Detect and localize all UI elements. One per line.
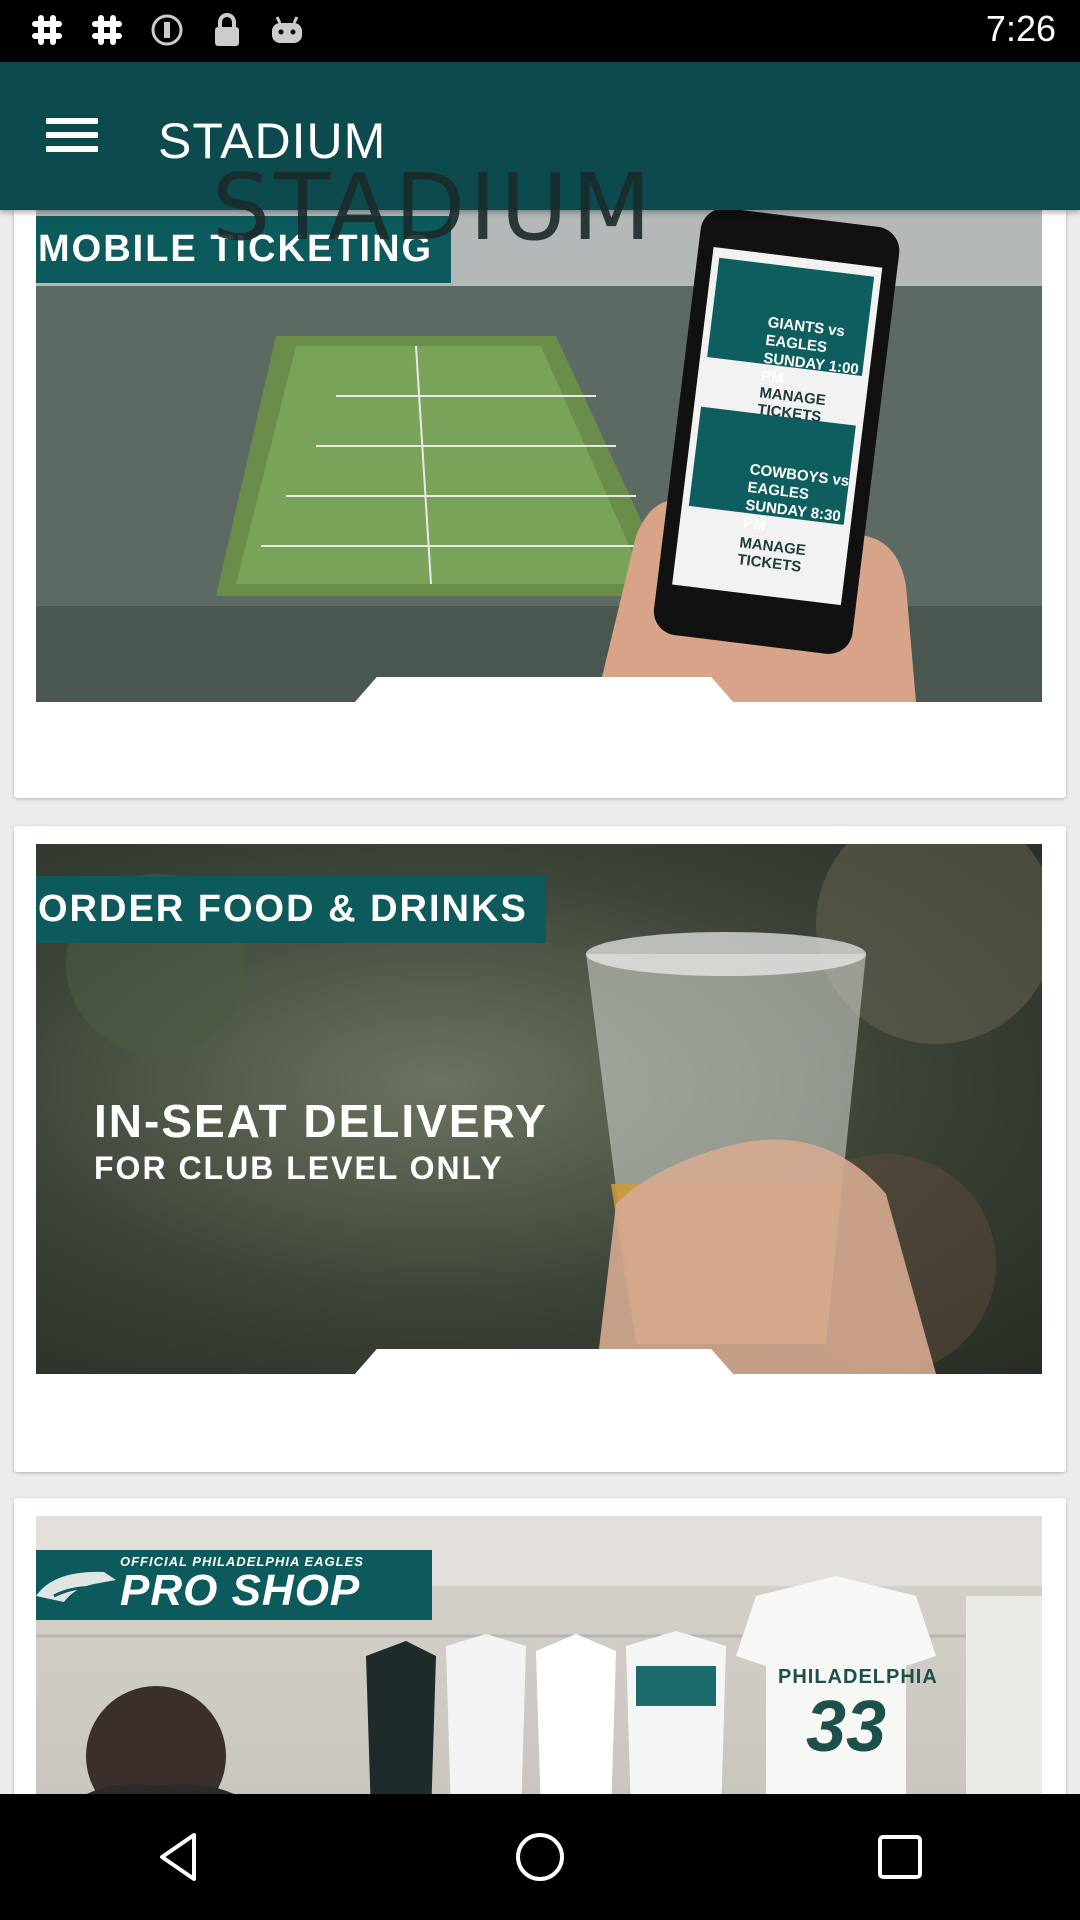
content-list[interactable]: MOBILE TICKETING GIANTS vs EAGLES SUNDAY… bbox=[0, 210, 1080, 1794]
navigation-bar bbox=[0, 1794, 1080, 1920]
delivery-subline: FOR CLUB LEVEL ONLY bbox=[94, 1150, 504, 1186]
shirt-number: 33 bbox=[806, 1687, 887, 1767]
circle-info-icon bbox=[148, 10, 186, 50]
hamburger-menu-icon[interactable] bbox=[46, 112, 98, 158]
slack-icon bbox=[28, 10, 66, 50]
back-icon[interactable] bbox=[140, 1817, 220, 1897]
pro-shop-badge: OFFICIAL PHILADELPHIA EAGLES PRO SHOP bbox=[36, 1550, 432, 1620]
home-icon[interactable] bbox=[500, 1817, 580, 1897]
order-food-badge: ORDER FOOD & DRINKS bbox=[36, 876, 546, 943]
recents-icon[interactable] bbox=[860, 1817, 940, 1897]
card-order-food[interactable]: ORDER FOOD & DRINKS IN-SEAT DELIVERY FOR… bbox=[14, 826, 1066, 1472]
pro-shop-title: PRO SHOP bbox=[120, 1566, 361, 1615]
delivery-headline: IN-SEAT DELIVERY bbox=[94, 1095, 548, 1147]
order-food-image: ORDER FOOD & DRINKS IN-SEAT DELIVERY FOR… bbox=[36, 844, 1042, 1374]
mobile-ticketing-image: MOBILE TICKETING GIANTS vs EAGLES SUNDAY… bbox=[36, 210, 1042, 702]
app-bar: STADIUM STADIUM bbox=[0, 62, 1080, 261]
stadium-logo: STADIUM bbox=[212, 154, 656, 261]
pro-shop-image: OFFICIAL PHILADELPHIA EAGLES PRO SHOP PH… bbox=[36, 1516, 1042, 1794]
card-pro-shop[interactable]: OFFICIAL PHILADELPHIA EAGLES PRO SHOP PH… bbox=[14, 1498, 1066, 1794]
eagle-logo-icon bbox=[36, 1566, 118, 1608]
status-time: 7:26 bbox=[985, 8, 1056, 49]
android-icon bbox=[268, 10, 306, 50]
card-mobile-ticketing[interactable]: MOBILE TICKETING GIANTS vs EAGLES SUNDAY… bbox=[14, 210, 1066, 798]
status-bar: 7:26 bbox=[0, 0, 1080, 62]
lock-icon bbox=[208, 10, 246, 50]
slack-icon bbox=[88, 10, 126, 50]
